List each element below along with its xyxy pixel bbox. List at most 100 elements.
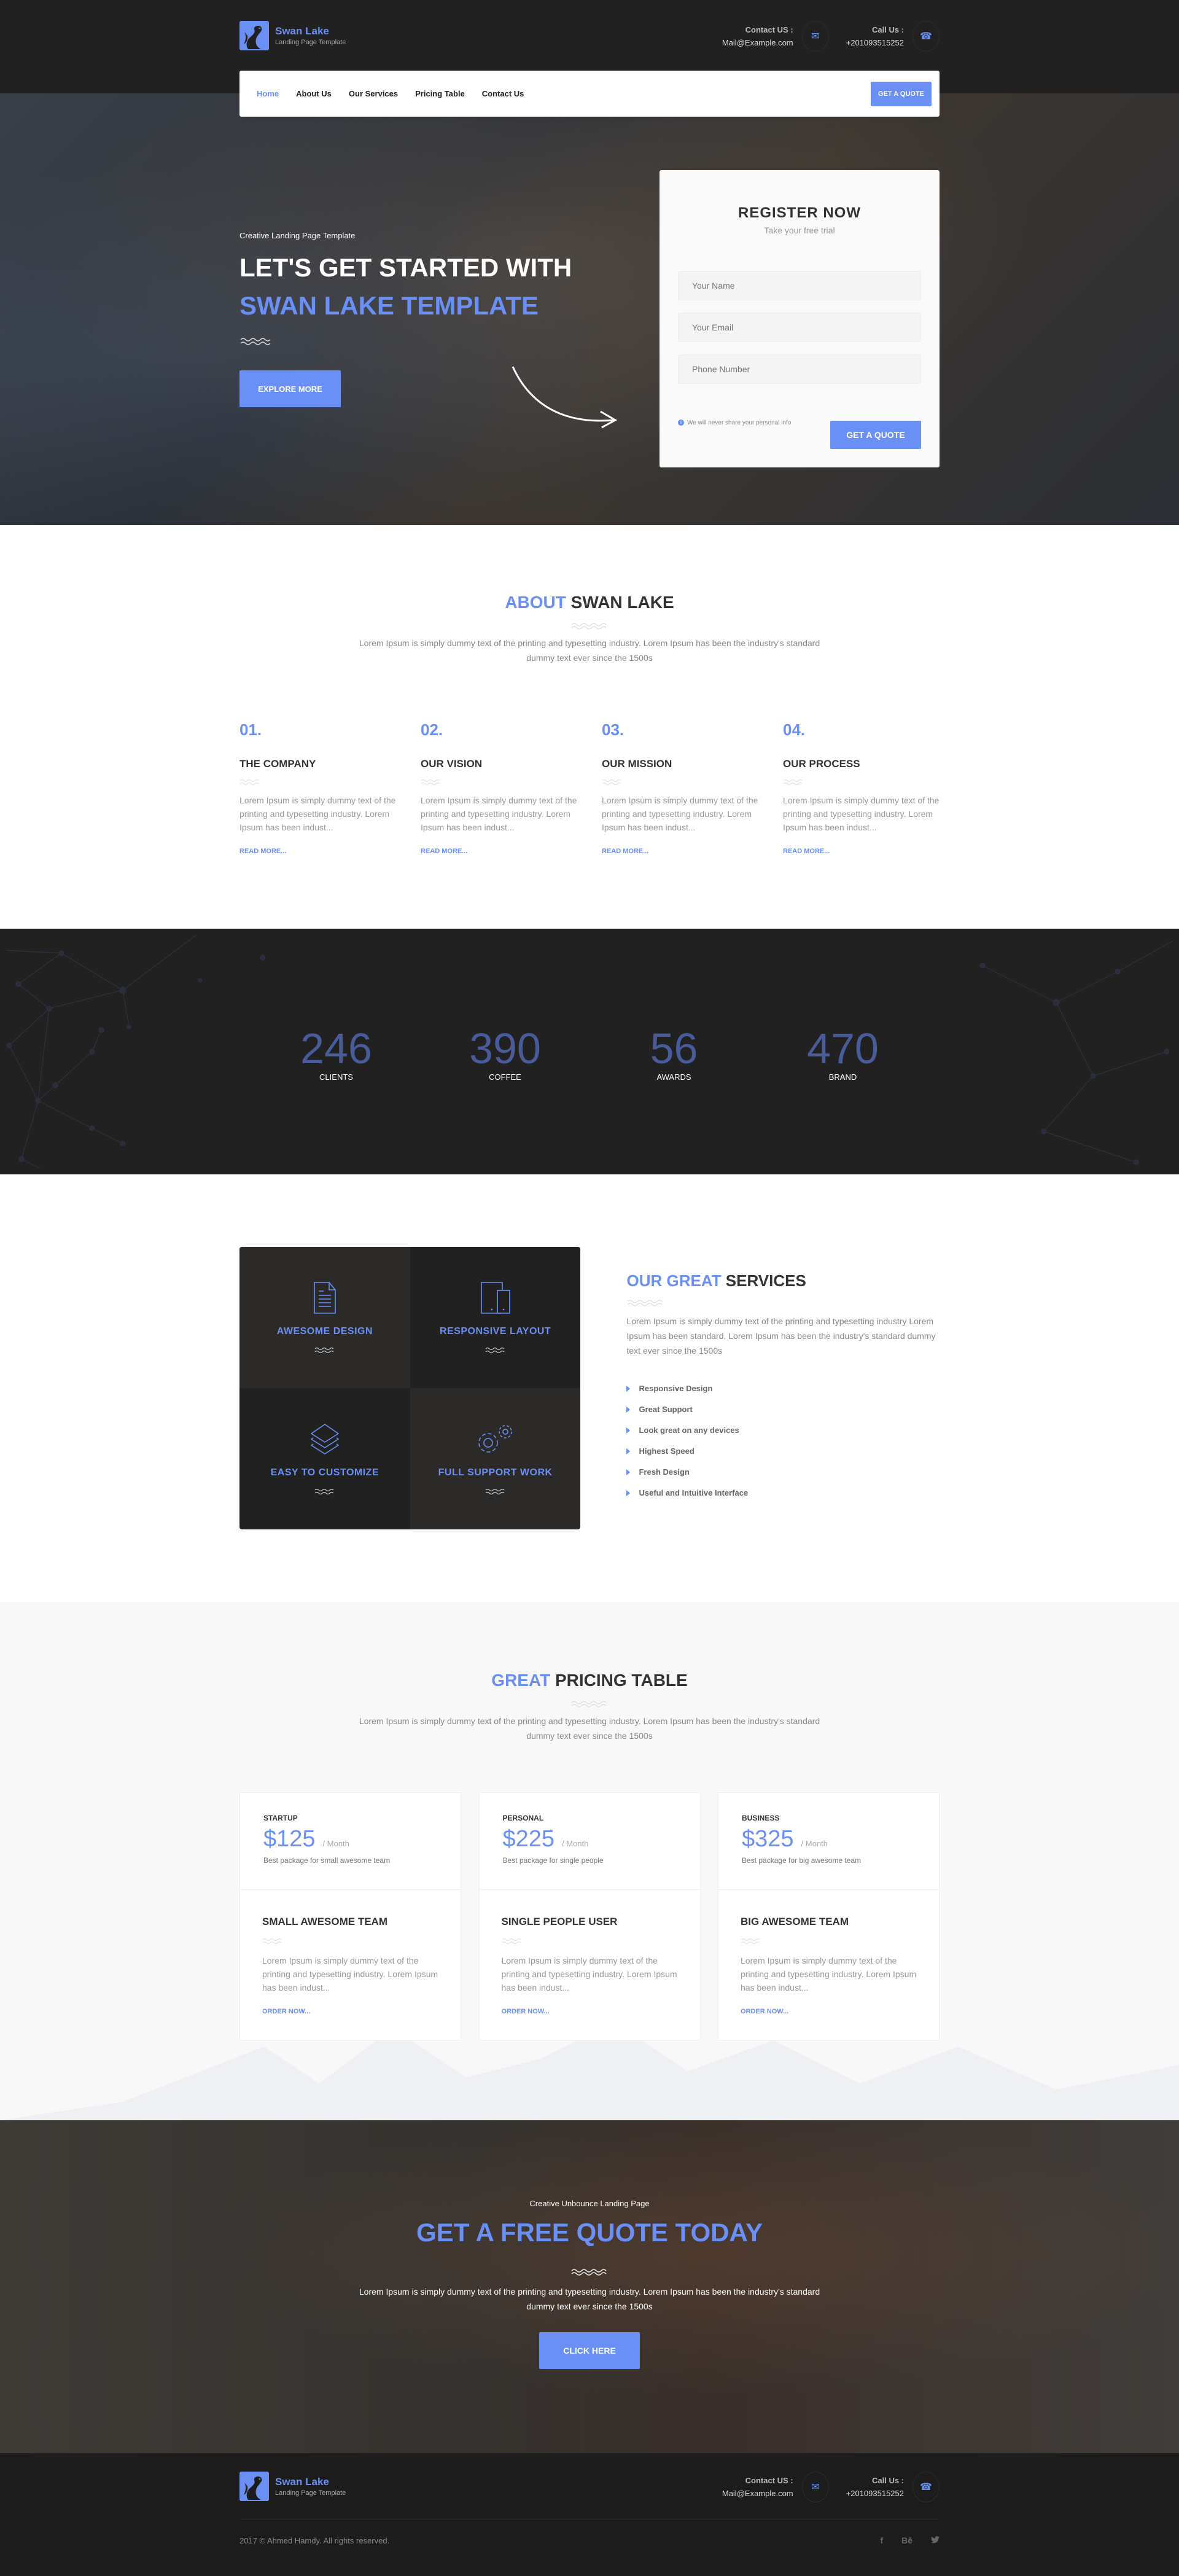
phone-input[interactable] xyxy=(678,354,921,384)
plan-description: Best package for big awesome team xyxy=(742,1856,862,1865)
services-list-label: Responsive Design xyxy=(639,1384,713,1393)
service-title: RESPONSIVE LAYOUT xyxy=(439,1326,551,1337)
devices-icon xyxy=(480,1282,510,1314)
twitter-icon[interactable] xyxy=(931,2535,940,2545)
brand-logo[interactable]: Swan Lake Landing Page Template xyxy=(239,21,346,50)
wave-divider-icon xyxy=(240,338,271,345)
plan-description: Best package for small awesome team xyxy=(263,1856,391,1865)
services-list-item: Useful and Intuitive Interface xyxy=(626,1488,940,1497)
read-more-link[interactable]: READ MORE... xyxy=(783,848,940,855)
stat-value: 390 xyxy=(469,1025,541,1072)
caret-right-icon xyxy=(626,1406,631,1413)
service-title: AWESOME DESIGN xyxy=(276,1326,373,1337)
email-input[interactable] xyxy=(678,313,921,342)
feature-number: 04. xyxy=(783,720,806,739)
call-number[interactable]: +201093515252 xyxy=(846,38,904,47)
nav-home[interactable]: Home xyxy=(257,89,279,98)
stat-value: 56 xyxy=(650,1025,698,1072)
caret-right-icon xyxy=(626,1385,631,1392)
services-title-accent: OUR GREAT xyxy=(626,1271,722,1290)
services-list-label: Fresh Design xyxy=(639,1467,690,1477)
plan-period: / Month xyxy=(562,1839,589,1848)
register-subtitle: Take your free trial xyxy=(764,225,835,235)
plan-name: STARTUP xyxy=(263,1814,298,1822)
layers-icon xyxy=(311,1424,339,1454)
facebook-icon[interactable]: f xyxy=(880,2535,883,2545)
call-label: Call Us : xyxy=(871,2476,904,2485)
read-more-link[interactable]: READ MORE... xyxy=(239,848,396,855)
register-get-quote-button[interactable]: GET A QUOTE xyxy=(830,421,921,449)
services-list-item: Highest Speed xyxy=(626,1446,940,1456)
stat-label: CLIENTS xyxy=(319,1072,353,1082)
stat-clients: 246 CLIENTS xyxy=(275,1027,398,1082)
curved-arrow-icon xyxy=(512,366,618,429)
caret-right-icon xyxy=(626,1427,631,1434)
phone-icon: ☎ xyxy=(912,2472,940,2502)
wave-divider-icon xyxy=(421,779,440,785)
nav-about-us[interactable]: About Us xyxy=(296,89,332,98)
hero-title-line1: LET'S GET STARTED WITH xyxy=(239,253,572,282)
cta-description: Lorem Ipsum is simply dummy text of the … xyxy=(359,2287,820,2311)
stat-label: COFFEE xyxy=(489,1072,521,1082)
services-list-label: Look great on any devices xyxy=(639,1426,739,1435)
services-list-item: Fresh Design xyxy=(626,1467,940,1477)
services-title: OUR GREAT SERVICES xyxy=(626,1271,940,1290)
nav-our-services[interactable]: Our Services xyxy=(349,89,398,98)
cta-title: GET A FREE QUOTE TODAY xyxy=(416,2218,763,2247)
explore-more-button[interactable]: EXPLORE MORE xyxy=(239,370,341,407)
read-more-link[interactable]: READ MORE... xyxy=(421,848,577,855)
wave-divider-icon xyxy=(602,779,621,785)
order-now-link[interactable]: ORDER NOW... xyxy=(262,2008,438,2015)
stat-brand: 470 BRAND xyxy=(782,1027,905,1082)
swan-logo-icon xyxy=(239,2472,269,2501)
pricing-section: GREAT PRICING TABLE Lorem Ipsum is simpl… xyxy=(0,1602,1179,2120)
click-here-button[interactable]: CLICK HERE xyxy=(539,2332,640,2369)
contact-email[interactable]: Mail@Example.com xyxy=(722,2489,793,2498)
pricing-plan-business: BUSINESS $325 / Month Best package for bi… xyxy=(718,1792,940,2040)
footer-brand-name: Swan Lake xyxy=(275,2476,329,2488)
footer-brand-tagline: Landing Page Template xyxy=(275,2489,346,2497)
privacy-note: i We will never share your personal info xyxy=(678,420,791,426)
header-contact-email: Contact US : Mail@Example.com ✉ xyxy=(722,21,829,52)
footer-logo[interactable]: Swan Lake Landing Page Template xyxy=(239,2472,346,2501)
pricing-plan-personal: PERSONAL $225 / Month Best package for si… xyxy=(478,1792,701,2040)
nav-pricing-table[interactable]: Pricing Table xyxy=(415,89,465,98)
service-tile[interactable]: RESPONSIVE LAYOUT xyxy=(410,1247,581,1388)
services-title-rest: SERVICES xyxy=(725,1271,806,1290)
name-input[interactable] xyxy=(678,271,921,300)
main-nav: Home About Us Our Services Pricing Table… xyxy=(239,71,940,117)
contact-label: Contact US : xyxy=(745,2476,793,2485)
header-contact-phone: Call Us : +201093515252 ☎ xyxy=(846,21,940,52)
about-title-rest: SWAN LAKE xyxy=(570,593,674,612)
hero-title: LET'S GET STARTED WITH SWAN LAKE TEMPLAT… xyxy=(239,249,572,325)
pricing-title-rest: PRICING TABLE xyxy=(555,1671,688,1690)
social-links: f Bē xyxy=(880,2535,940,2545)
service-tile[interactable]: EASY TO CUSTOMIZE xyxy=(239,1388,410,1529)
caret-right-icon xyxy=(626,1469,631,1475)
feature-item: 01. THE COMPANY Lorem Ipsum is simply du… xyxy=(239,720,396,855)
service-tile[interactable]: FULL SUPPORT WORK xyxy=(410,1388,581,1529)
pricing-title: GREAT PRICING TABLE xyxy=(239,1671,940,1690)
behance-icon[interactable]: Bē xyxy=(901,2535,912,2545)
swan-logo-icon xyxy=(239,21,269,50)
call-number[interactable]: +201093515252 xyxy=(846,2489,904,2498)
services-description: Lorem Ipsum is simply dummy text of the … xyxy=(626,1316,936,1356)
wave-divider-icon xyxy=(262,1938,282,1944)
read-more-link[interactable]: READ MORE... xyxy=(602,848,758,855)
plan-price: $325 xyxy=(742,1826,794,1852)
plan-period: / Month xyxy=(322,1839,349,1848)
plan-name: BUSINESS xyxy=(742,1814,780,1822)
contact-email[interactable]: Mail@Example.com xyxy=(722,38,793,47)
plan-description: Best package for single people xyxy=(502,1856,604,1865)
nav-contact-us[interactable]: Contact Us xyxy=(482,89,524,98)
service-tile[interactable]: AWESOME DESIGN xyxy=(239,1247,410,1388)
wave-divider-icon xyxy=(314,1347,334,1353)
services-list: Responsive Design Great Support Look gre… xyxy=(626,1384,940,1497)
wave-divider-icon xyxy=(502,1938,521,1944)
stat-label: AWARDS xyxy=(656,1072,691,1082)
footer-contact-phone: Call Us : +201093515252 ☎ xyxy=(846,2472,940,2502)
order-now-link[interactable]: ORDER NOW... xyxy=(502,2008,678,2015)
plan-price: $125 xyxy=(263,1826,316,1852)
order-now-link[interactable]: ORDER NOW... xyxy=(741,2008,917,2015)
nav-get-quote-button[interactable]: GET A QUOTE xyxy=(871,81,932,106)
